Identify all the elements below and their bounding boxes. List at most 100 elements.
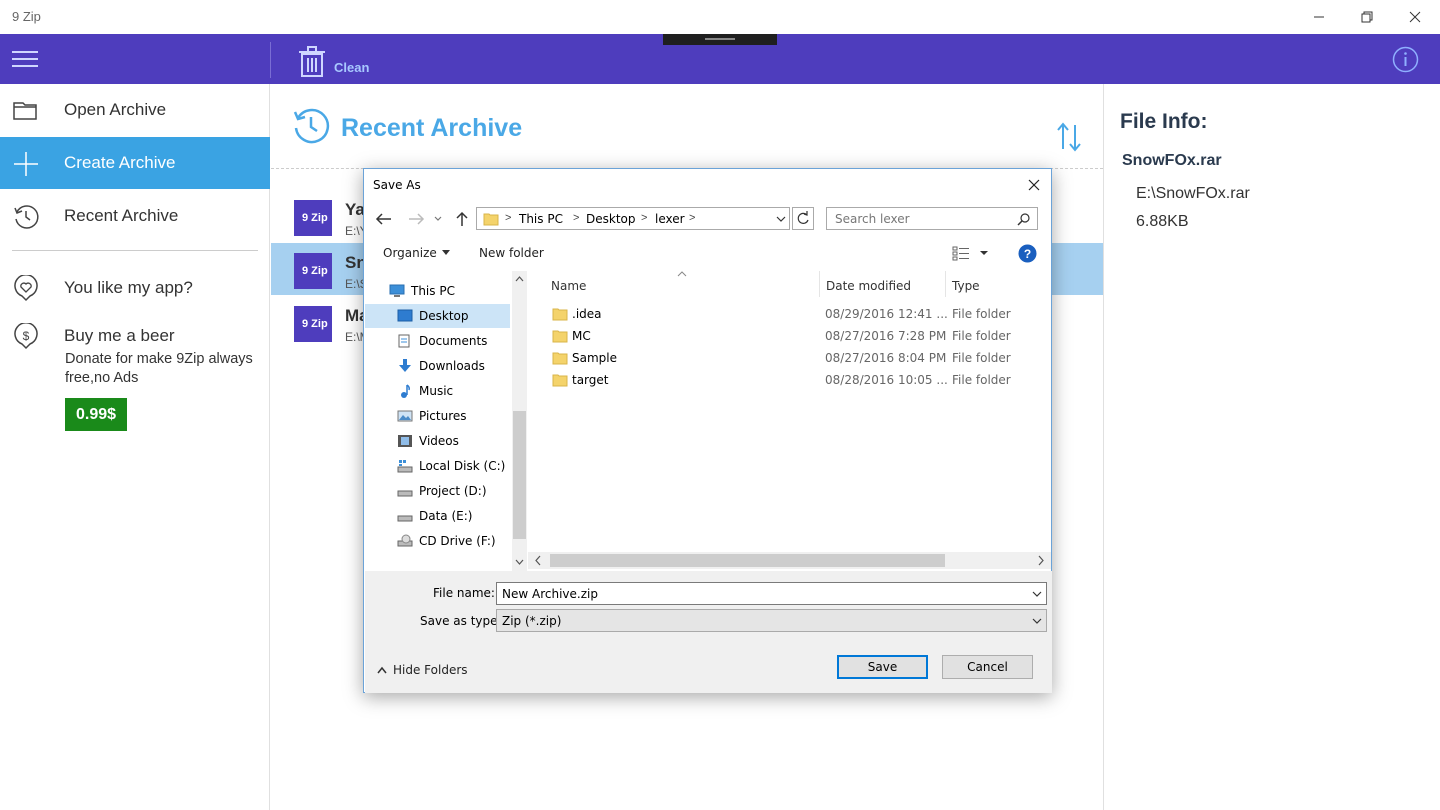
file-info-title: File Info: bbox=[1120, 110, 1208, 133]
refresh-button[interactable] bbox=[792, 207, 814, 230]
info-button[interactable] bbox=[1392, 46, 1419, 73]
hide-folders-button[interactable]: Hide Folders bbox=[377, 663, 468, 677]
drive-icon bbox=[397, 460, 413, 473]
chevron-down-icon bbox=[776, 216, 786, 222]
history-icon bbox=[14, 205, 39, 229]
dialog-close-button[interactable] bbox=[1024, 175, 1044, 195]
sidebar-item-like-app[interactable]: You like my app? bbox=[0, 262, 270, 314]
tree-scrollbar[interactable] bbox=[512, 271, 527, 571]
new-folder-button[interactable]: New folder bbox=[479, 246, 544, 260]
folder-open-icon bbox=[13, 102, 37, 120]
hscroll-thumb[interactable] bbox=[550, 554, 945, 567]
search-placeholder: Search lexer bbox=[835, 212, 910, 226]
info-icon bbox=[1392, 46, 1419, 73]
tree-item-this-pc[interactable]: This PC bbox=[365, 279, 510, 303]
file-row[interactable]: Sample 08/27/2016 8:04 PM File folder bbox=[528, 347, 1051, 369]
folder-icon bbox=[552, 308, 568, 321]
cd-icon bbox=[397, 534, 413, 547]
view-options-button[interactable] bbox=[952, 244, 992, 262]
cancel-button[interactable]: Cancel bbox=[942, 655, 1033, 679]
page-title: Recent Archive bbox=[341, 114, 523, 142]
search-box[interactable]: Search lexer bbox=[826, 207, 1038, 230]
computer-icon bbox=[389, 284, 405, 297]
minimize-icon bbox=[1314, 16, 1324, 18]
tree-item-documents[interactable]: Documents bbox=[365, 329, 510, 353]
folder-icon bbox=[552, 330, 568, 343]
downloads-icon bbox=[399, 359, 411, 372]
help-button[interactable]: ? bbox=[1018, 244, 1037, 263]
back-button[interactable] bbox=[374, 209, 394, 229]
sort-icon[interactable] bbox=[1056, 122, 1082, 152]
arrow-left-icon bbox=[375, 213, 391, 225]
sidebar-item-create-archive[interactable]: Create Archive bbox=[0, 137, 270, 189]
search-icon bbox=[1017, 213, 1030, 226]
tree-item-videos[interactable]: Videos bbox=[365, 429, 510, 453]
restore-button[interactable] bbox=[1344, 0, 1390, 34]
file-list-hscrollbar[interactable] bbox=[528, 552, 1051, 569]
address-bar[interactable]: > This PC > Desktop > lexer > bbox=[476, 207, 790, 230]
up-button[interactable] bbox=[452, 209, 472, 229]
breadcrumb-lexer[interactable]: lexer bbox=[655, 212, 685, 226]
tree-item-music[interactable]: Music bbox=[365, 379, 510, 403]
tree-item-cd-drive-f[interactable]: CD Drive (F:) bbox=[365, 529, 510, 553]
donate-text: Donate for make 9Zip always free,no Ads bbox=[65, 351, 253, 386]
sidebar-item-recent-archive[interactable]: Recent Archive bbox=[0, 190, 270, 242]
tree-item-pictures[interactable]: Pictures bbox=[365, 404, 510, 428]
9zip-logo-icon: 9 Zip bbox=[294, 253, 332, 289]
forward-button[interactable] bbox=[406, 209, 426, 229]
chevron-down-icon bbox=[515, 559, 524, 565]
dialog-title: Save As bbox=[373, 178, 421, 192]
close-window-button[interactable] bbox=[1392, 0, 1438, 34]
chevron-down-icon bbox=[1032, 591, 1042, 597]
chevron-down-icon bbox=[1032, 618, 1042, 624]
tree-scroll-thumb[interactable] bbox=[513, 411, 526, 539]
chevron-down-icon bbox=[434, 216, 442, 221]
tree-item-downloads[interactable]: Downloads bbox=[365, 354, 510, 378]
archive-name: Ya bbox=[345, 200, 365, 219]
file-info-size: 6.88KB bbox=[1136, 213, 1189, 230]
tree-item-data-e[interactable]: Data (E:) bbox=[365, 504, 510, 528]
breadcrumb-this-pc[interactable]: This PC bbox=[519, 212, 563, 226]
chevron-up-icon bbox=[377, 666, 387, 674]
tree-item-project-d[interactable]: Project (D:) bbox=[365, 479, 510, 503]
navigation-tree: This PC Desktop Documents Downloads Musi… bbox=[365, 271, 512, 571]
clean-label: Clean bbox=[334, 60, 370, 75]
file-info-panel: File Info: SnowFOx.rar E:\SnowFOx.rar 6.… bbox=[1103, 84, 1440, 810]
save-button[interactable]: Save bbox=[837, 655, 928, 679]
help-icon: ? bbox=[1018, 244, 1037, 263]
file-row[interactable]: target 08/28/2016 10:05 ... File folder bbox=[528, 369, 1051, 391]
column-header-type[interactable]: Type bbox=[952, 279, 980, 293]
sidebar-item-label: Buy me a beer bbox=[64, 326, 175, 345]
drive-icon bbox=[397, 490, 413, 497]
save-type-select[interactable]: Zip (*.zip) bbox=[496, 609, 1047, 632]
tree-item-desktop[interactable]: Desktop bbox=[365, 304, 510, 328]
close-icon bbox=[1028, 179, 1040, 191]
sidebar: Open Archive Create Archive Recent Archi… bbox=[0, 84, 270, 810]
file-row[interactable]: .idea 08/29/2016 12:41 ... File folder bbox=[528, 303, 1051, 325]
file-row[interactable]: MC 08/27/2016 7:28 PM File folder bbox=[528, 325, 1051, 347]
drive-icon bbox=[397, 515, 413, 522]
file-list: Name Date modified Type .idea 08/29/2016… bbox=[528, 271, 1051, 571]
price-button[interactable]: 0.99$ bbox=[65, 398, 127, 431]
file-name-input[interactable]: New Archive.zip bbox=[496, 582, 1047, 605]
recent-locations-button[interactable] bbox=[432, 209, 452, 229]
column-header-name[interactable]: Name bbox=[551, 279, 586, 293]
sidebar-item-label: Create Archive bbox=[64, 153, 176, 172]
tree-item-local-disk-c[interactable]: Local Disk (C:) bbox=[365, 454, 510, 478]
sidebar-item-open-archive[interactable]: Open Archive bbox=[0, 84, 270, 136]
minimize-button[interactable] bbox=[1296, 0, 1342, 34]
restore-icon bbox=[1361, 11, 1373, 23]
chevron-right-icon bbox=[1038, 555, 1044, 566]
window-grip[interactable] bbox=[663, 34, 777, 45]
organize-button[interactable]: Organize bbox=[383, 246, 450, 260]
hamburger-menu-button[interactable] bbox=[12, 48, 40, 70]
breadcrumb-desktop[interactable]: Desktop bbox=[586, 212, 636, 226]
sidebar-item-label: You like my app? bbox=[64, 278, 193, 297]
toolbar-divider bbox=[270, 42, 271, 78]
refresh-icon bbox=[797, 211, 809, 224]
history-icon bbox=[293, 108, 330, 144]
folder-icon bbox=[552, 374, 568, 387]
clean-button[interactable]: Clean bbox=[298, 42, 369, 78]
music-icon bbox=[401, 384, 410, 398]
column-header-date[interactable]: Date modified bbox=[826, 279, 911, 293]
